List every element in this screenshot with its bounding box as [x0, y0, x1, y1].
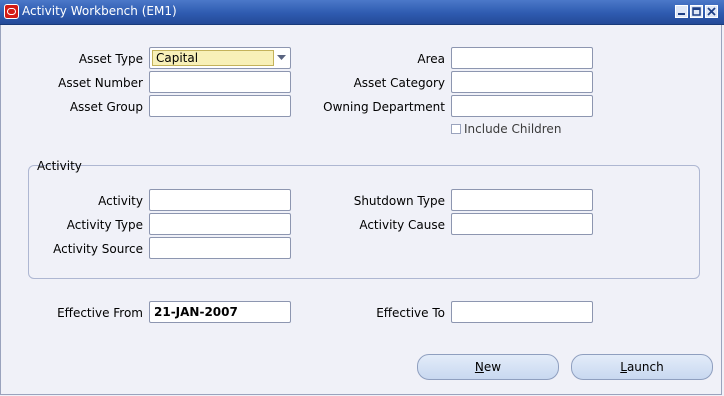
asset-type-value: Capital: [156, 51, 199, 65]
asset-group-field[interactable]: [149, 95, 291, 117]
minimize-icon[interactable]: [675, 5, 688, 18]
owning-department-field[interactable]: [451, 95, 593, 117]
effective-to-field[interactable]: [451, 301, 593, 323]
include-children-label[interactable]: Include Children: [464, 122, 561, 136]
asset-type-select[interactable]: Capital: [149, 47, 291, 69]
owning-department-label: Owning Department: [323, 100, 445, 114]
asset-type-selected: Capital: [152, 50, 274, 66]
area-label: Area: [417, 52, 445, 66]
activity-source-label: Activity Source: [53, 242, 143, 256]
window-title: Activity Workbench (EM1): [22, 4, 177, 18]
close-icon[interactable]: [705, 5, 718, 18]
activity-cause-label: Activity Cause: [359, 218, 445, 232]
effective-from-field[interactable]: 21-JAN-2007: [149, 301, 291, 323]
area-field[interactable]: [451, 47, 593, 69]
activity-source-field[interactable]: [149, 237, 291, 259]
activity-cause-field[interactable]: [451, 213, 593, 235]
activity-group-title: Activity: [37, 159, 82, 173]
title-bar: Activity Workbench (EM1): [0, 0, 724, 25]
new-button[interactable]: New: [417, 354, 559, 380]
activity-field[interactable]: [149, 189, 291, 211]
asset-category-field[interactable]: [451, 71, 593, 93]
activity-label: Activity: [98, 194, 143, 208]
effective-from-label: Effective From: [57, 306, 143, 320]
asset-number-field[interactable]: [149, 71, 291, 93]
oracle-app-icon: [4, 4, 19, 19]
include-children-checkbox[interactable]: [451, 124, 461, 134]
shutdown-type-field[interactable]: [451, 189, 593, 211]
asset-type-label: Asset Type: [78, 52, 143, 66]
activity-type-field[interactable]: [149, 213, 291, 235]
asset-group-label: Asset Group: [69, 100, 143, 114]
shutdown-type-label: Shutdown Type: [353, 194, 445, 208]
maximize-icon[interactable]: [690, 5, 703, 18]
asset-category-label: Asset Category: [353, 76, 445, 90]
chevron-down-icon[interactable]: [277, 55, 286, 61]
effective-to-label: Effective To: [376, 306, 445, 320]
launch-button[interactable]: Launch: [571, 354, 713, 380]
activity-type-label: Activity Type: [66, 218, 143, 232]
asset-number-label: Asset Number: [58, 76, 143, 90]
